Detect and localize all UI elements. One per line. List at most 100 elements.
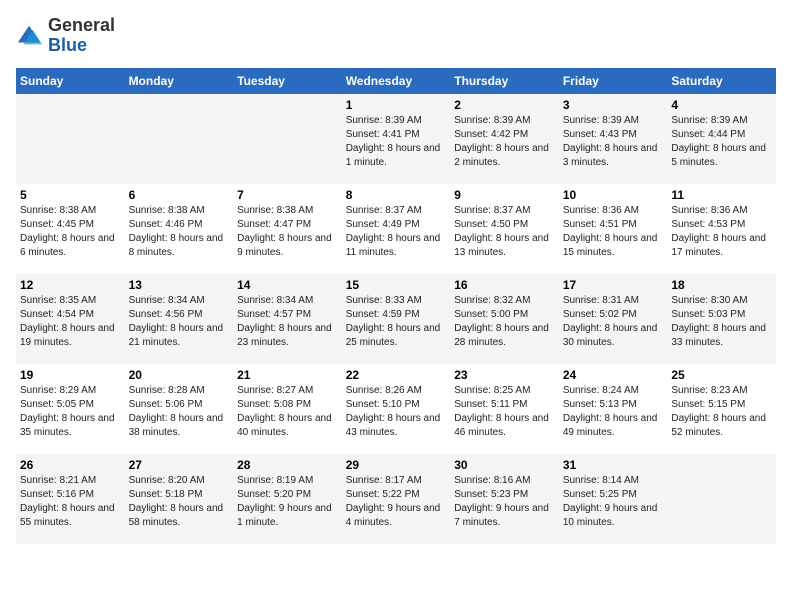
day-info: Sunrise: 8:33 AM Sunset: 4:59 PM Dayligh… xyxy=(346,294,447,350)
calendar-cell: 26 Sunrise: 8:21 AM Sunset: 5:16 PM Dayli… xyxy=(16,454,125,544)
header-thursday: Thursday xyxy=(450,68,559,94)
day-info: Sunrise: 8:19 AM Sunset: 5:20 PM Dayligh… xyxy=(237,474,338,530)
calendar-cell: 21Sunrise: 8:27 AM Sunset: 5:08 PM Dayli… xyxy=(233,364,342,454)
day-number: 2 xyxy=(454,98,555,112)
calendar-cell: 3 Sunrise: 8:39 AM Sunset: 4:43 PM Daylig… xyxy=(559,94,668,184)
calendar-table: SundayMondayTuesdayWednesdayThursdayFrid… xyxy=(16,68,776,544)
day-info: Sunrise: 8:39 AM Sunset: 4:42 PM Dayligh… xyxy=(454,114,555,170)
header-monday: Monday xyxy=(125,68,234,94)
header-sunday: Sunday xyxy=(16,68,125,94)
calendar-cell: 10 Sunrise: 8:36 AM Sunset: 4:51 PM Dayli… xyxy=(559,184,668,274)
day-number: 19 xyxy=(20,368,121,382)
calendar-cell: 29 Sunrise: 8:17 AM Sunset: 5:22 PM Dayli… xyxy=(342,454,451,544)
day-number: 25 xyxy=(671,368,772,382)
day-info: Sunrise: 8:34 AM Sunset: 4:56 PM Dayligh… xyxy=(129,294,230,350)
day-info: Sunrise: 8:36 AM Sunset: 4:51 PM Dayligh… xyxy=(563,204,664,260)
calendar-cell: 18Sunrise: 8:30 AM Sunset: 5:03 PM Dayli… xyxy=(667,274,776,364)
day-number: 15 xyxy=(346,278,447,292)
day-number: 22 xyxy=(346,368,447,382)
calendar-cell xyxy=(233,94,342,184)
day-number: 29 xyxy=(346,458,447,472)
day-number: 30 xyxy=(454,458,555,472)
header-wednesday: Wednesday xyxy=(342,68,451,94)
day-number: 21 xyxy=(237,368,338,382)
day-number: 6 xyxy=(129,188,230,202)
day-info: Sunrise: 8:30 AM Sunset: 5:03 PM Dayligh… xyxy=(671,294,772,350)
day-info: Sunrise: 8:38 AM Sunset: 4:45 PM Dayligh… xyxy=(20,204,121,260)
calendar-cell: 13Sunrise: 8:34 AM Sunset: 4:56 PM Dayli… xyxy=(125,274,234,364)
day-info: Sunrise: 8:21 AM Sunset: 5:16 PM Dayligh… xyxy=(20,474,121,530)
day-info: Sunrise: 8:29 AM Sunset: 5:05 PM Dayligh… xyxy=(20,384,121,440)
calendar-cell: 25 Sunrise: 8:23 AM Sunset: 5:15 PM Dayli… xyxy=(667,364,776,454)
calendar-cell xyxy=(125,94,234,184)
day-number: 23 xyxy=(454,368,555,382)
calendar-cell: 17 Sunrise: 8:31 AM Sunset: 5:02 PM Dayli… xyxy=(559,274,668,364)
day-info: Sunrise: 8:39 AM Sunset: 4:41 PM Dayligh… xyxy=(346,114,447,170)
day-info: Sunrise: 8:17 AM Sunset: 5:22 PM Dayligh… xyxy=(346,474,447,530)
calendar-cell: 19 Sunrise: 8:29 AM Sunset: 5:05 PM Dayli… xyxy=(16,364,125,454)
day-info: Sunrise: 8:28 AM Sunset: 5:06 PM Dayligh… xyxy=(129,384,230,440)
day-number: 24 xyxy=(563,368,664,382)
calendar-cell: 2 Sunrise: 8:39 AM Sunset: 4:42 PM Daylig… xyxy=(450,94,559,184)
day-info: Sunrise: 8:37 AM Sunset: 4:50 PM Dayligh… xyxy=(454,204,555,260)
day-info: Sunrise: 8:36 AM Sunset: 4:53 PM Dayligh… xyxy=(671,204,772,260)
calendar-cell: 8Sunrise: 8:37 AM Sunset: 4:49 PM Daylig… xyxy=(342,184,451,274)
header-saturday: Saturday xyxy=(667,68,776,94)
day-number: 20 xyxy=(129,368,230,382)
calendar-cell: 4 Sunrise: 8:39 AM Sunset: 4:44 PM Daylig… xyxy=(667,94,776,184)
day-info: Sunrise: 8:39 AM Sunset: 4:44 PM Dayligh… xyxy=(671,114,772,170)
day-number: 3 xyxy=(563,98,664,112)
day-number: 11 xyxy=(671,188,772,202)
day-info: Sunrise: 8:16 AM Sunset: 5:23 PM Dayligh… xyxy=(454,474,555,530)
calendar-cell: 20 Sunrise: 8:28 AM Sunset: 5:06 PM Dayli… xyxy=(125,364,234,454)
calendar-cell xyxy=(16,94,125,184)
day-number: 1 xyxy=(346,98,447,112)
day-info: Sunrise: 8:38 AM Sunset: 4:47 PM Dayligh… xyxy=(237,204,338,260)
calendar-cell: 22Sunrise: 8:26 AM Sunset: 5:10 PM Dayli… xyxy=(342,364,451,454)
day-number: 31 xyxy=(563,458,664,472)
calendar-cell: 11 Sunrise: 8:36 AM Sunset: 4:53 PM Dayli… xyxy=(667,184,776,274)
day-number: 5 xyxy=(20,188,121,202)
day-info: Sunrise: 8:38 AM Sunset: 4:46 PM Dayligh… xyxy=(129,204,230,260)
day-number: 10 xyxy=(563,188,664,202)
header-friday: Friday xyxy=(559,68,668,94)
day-info: Sunrise: 8:25 AM Sunset: 5:11 PM Dayligh… xyxy=(454,384,555,440)
day-number: 26 xyxy=(20,458,121,472)
week-row-4: 19 Sunrise: 8:29 AM Sunset: 5:05 PM Dayli… xyxy=(16,364,776,454)
calendar-cell: 16Sunrise: 8:32 AM Sunset: 5:00 PM Dayli… xyxy=(450,274,559,364)
calendar-cell: 31 Sunrise: 8:14 AM Sunset: 5:25 PM Dayli… xyxy=(559,454,668,544)
week-row-5: 26 Sunrise: 8:21 AM Sunset: 5:16 PM Dayli… xyxy=(16,454,776,544)
calendar-cell: 6 Sunrise: 8:38 AM Sunset: 4:46 PM Daylig… xyxy=(125,184,234,274)
day-info: Sunrise: 8:24 AM Sunset: 5:13 PM Dayligh… xyxy=(563,384,664,440)
day-info: Sunrise: 8:35 AM Sunset: 4:54 PM Dayligh… xyxy=(20,294,121,350)
day-number: 28 xyxy=(237,458,338,472)
calendar-cell: 15 Sunrise: 8:33 AM Sunset: 4:59 PM Dayli… xyxy=(342,274,451,364)
day-number: 7 xyxy=(237,188,338,202)
calendar-cell: 28 Sunrise: 8:19 AM Sunset: 5:20 PM Dayli… xyxy=(233,454,342,544)
day-number: 17 xyxy=(563,278,664,292)
day-info: Sunrise: 8:23 AM Sunset: 5:15 PM Dayligh… xyxy=(671,384,772,440)
header-tuesday: Tuesday xyxy=(233,68,342,94)
calendar-cell: 30 Sunrise: 8:16 AM Sunset: 5:23 PM Dayli… xyxy=(450,454,559,544)
calendar-cell: 14 Sunrise: 8:34 AM Sunset: 4:57 PM Dayli… xyxy=(233,274,342,364)
day-info: Sunrise: 8:34 AM Sunset: 4:57 PM Dayligh… xyxy=(237,294,338,350)
day-info: Sunrise: 8:39 AM Sunset: 4:43 PM Dayligh… xyxy=(563,114,664,170)
calendar-cell xyxy=(667,454,776,544)
calendar-cell: 24 Sunrise: 8:24 AM Sunset: 5:13 PM Dayli… xyxy=(559,364,668,454)
day-info: Sunrise: 8:31 AM Sunset: 5:02 PM Dayligh… xyxy=(563,294,664,350)
day-number: 9 xyxy=(454,188,555,202)
day-info: Sunrise: 8:14 AM Sunset: 5:25 PM Dayligh… xyxy=(563,474,664,530)
day-info: Sunrise: 8:37 AM Sunset: 4:49 PM Dayligh… xyxy=(346,204,447,260)
day-number: 16 xyxy=(454,278,555,292)
day-number: 12 xyxy=(20,278,121,292)
day-number: 27 xyxy=(129,458,230,472)
calendar-cell: 9 Sunrise: 8:37 AM Sunset: 4:50 PM Daylig… xyxy=(450,184,559,274)
calendar-cell: 12 Sunrise: 8:35 AM Sunset: 4:54 PM Dayli… xyxy=(16,274,125,364)
logo: General Blue xyxy=(16,16,115,56)
day-number: 14 xyxy=(237,278,338,292)
day-number: 4 xyxy=(671,98,772,112)
logo-icon xyxy=(16,22,44,50)
calendar-cell: 1 Sunrise: 8:39 AM Sunset: 4:41 PM Daylig… xyxy=(342,94,451,184)
page-header: General Blue xyxy=(16,16,776,56)
calendar-cell: 27Sunrise: 8:20 AM Sunset: 5:18 PM Dayli… xyxy=(125,454,234,544)
